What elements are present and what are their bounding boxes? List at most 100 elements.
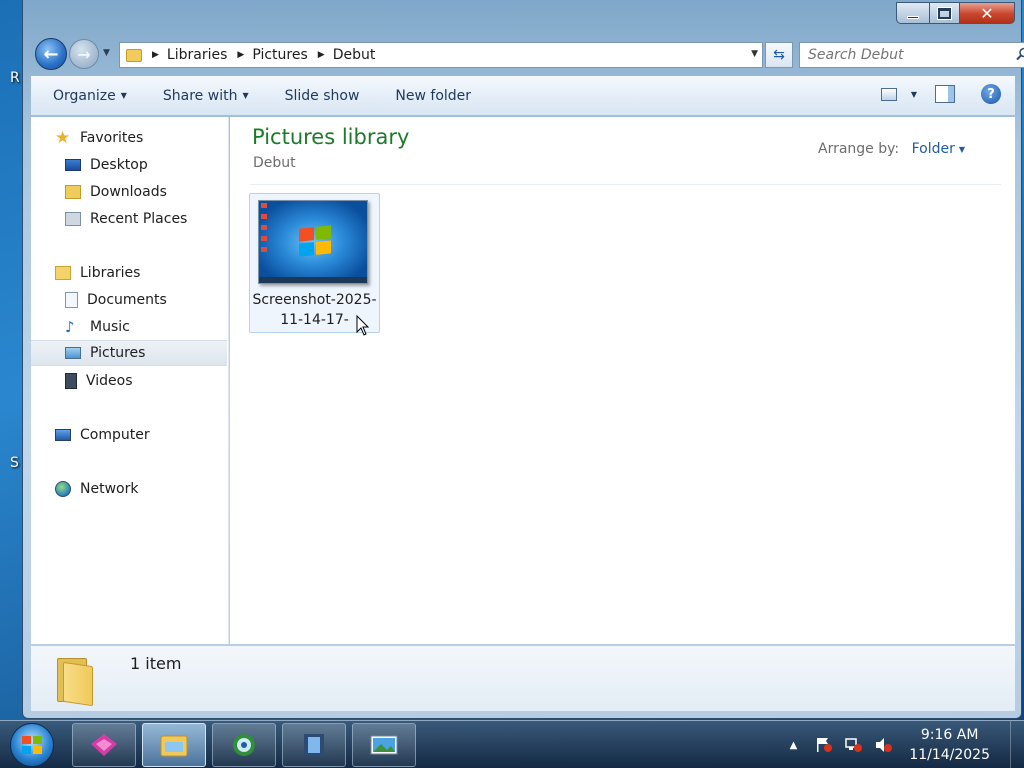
clock[interactable]: 9:16 AM 11/14/2025 (909, 725, 990, 765)
arrange-by: Arrange by: Folder ▼ (818, 141, 965, 157)
desktop-background: R S (0, 0, 24, 720)
taskbar-media-center[interactable] (212, 723, 276, 767)
nav-videos[interactable]: Videos (31, 368, 227, 394)
forward-button[interactable]: → (69, 39, 99, 69)
maximize-icon (937, 6, 952, 20)
clock-date: 11/14/2025 (909, 747, 990, 763)
nav-documents[interactable]: Documents (31, 287, 227, 313)
nav-network-label: Network (80, 481, 139, 497)
nav-desktop-label: Desktop (90, 157, 148, 173)
thumbnail-desktop-icons (261, 203, 269, 258)
explorer-icon (160, 735, 188, 757)
nav-computer[interactable]: Computer (31, 422, 227, 448)
minimize-icon (907, 15, 919, 19)
volume-muted-icon[interactable] (875, 737, 893, 753)
navigation-bar: ← → ▼ ▶ Libraries ▶ Pictures ▶ Debut ▼ ⇆ (33, 38, 1024, 72)
search-box[interactable] (799, 42, 1024, 68)
nav-libraries-label: Libraries (80, 265, 141, 281)
start-button[interactable] (10, 723, 54, 767)
header-divider (250, 184, 1001, 185)
nav-computer-label: Computer (80, 427, 150, 443)
breadcrumb-separator-icon[interactable]: ▶ (318, 50, 325, 60)
desktop-icon-label-fragment: R (10, 70, 20, 86)
media-center-icon (233, 734, 255, 756)
new-folder-button[interactable]: New folder (395, 84, 471, 108)
libraries-icon (55, 266, 71, 280)
address-history-dropdown[interactable]: ▼ (751, 49, 758, 59)
network-status-icon[interactable] (845, 737, 863, 753)
recent-pages-dropdown[interactable]: ▼ (103, 48, 110, 58)
windows-logo-icon (299, 225, 331, 257)
breadcrumb-pictures[interactable]: Pictures (252, 47, 307, 63)
downloads-folder-icon (65, 185, 81, 199)
nav-libraries[interactable]: Libraries (31, 260, 227, 286)
nav-videos-label: Videos (86, 373, 133, 389)
nav-pictures[interactable]: Pictures (31, 340, 227, 366)
taskbar-windows-explorer[interactable] (142, 723, 206, 767)
share-with-label: Share with (162, 87, 238, 104)
minimize-button[interactable] (896, 2, 929, 24)
search-input[interactable] (808, 47, 1008, 63)
mouse-cursor-icon (356, 315, 370, 336)
nav-recent-places-label: Recent Places (90, 211, 188, 227)
taskbar-app-pink[interactable] (72, 723, 136, 767)
file-item[interactable]: Screenshot-2025- 11-14-17- (249, 193, 380, 333)
view-options-dropdown[interactable]: ▼ (911, 90, 917, 99)
videos-icon (65, 373, 77, 389)
breadcrumb-separator-icon[interactable]: ▶ (152, 50, 159, 60)
item-count: 1 item (130, 654, 182, 673)
close-icon: ✕ (980, 3, 994, 23)
pictures-icon (65, 347, 81, 359)
close-button[interactable]: ✕ (959, 2, 1015, 24)
slide-show-button[interactable]: Slide show (285, 84, 360, 108)
change-view-icon[interactable] (880, 87, 897, 101)
network-icon (55, 481, 71, 497)
organize-menu[interactable]: Organize ▼ (53, 84, 127, 108)
video-editor-icon (304, 734, 324, 756)
nav-desktop[interactable]: Desktop (31, 152, 227, 178)
nav-network[interactable]: Network (31, 476, 227, 502)
refresh-button[interactable]: ⇆ (765, 42, 793, 68)
back-button[interactable]: ← (35, 38, 67, 70)
forward-arrow-icon: → (77, 44, 91, 64)
action-center-flag-icon[interactable] (815, 737, 833, 753)
breadcrumb-separator-icon[interactable]: ▶ (237, 50, 244, 60)
nav-documents-label: Documents (87, 292, 167, 308)
breadcrumb-debut[interactable]: Debut (333, 47, 376, 63)
app-pink-icon (91, 734, 117, 756)
navigation-pane: ★ Favorites Desktop Downloads Recent Pla… (31, 117, 229, 644)
thumbnail-taskbar (259, 277, 367, 283)
show-desktop-button[interactable] (1010, 721, 1024, 768)
show-hidden-icons-button[interactable]: ▲ (790, 740, 798, 751)
content-pane: Pictures library Debut Arrange by: Folde… (230, 117, 1015, 644)
chevron-down-icon: ▼ (120, 91, 127, 100)
folder-icon (126, 48, 142, 62)
nav-music[interactable]: ♪ Music (31, 314, 227, 340)
address-bar[interactable]: ▶ Libraries ▶ Pictures ▶ Debut ▼ (119, 42, 763, 68)
nav-favorites[interactable]: ★ Favorites (31, 125, 227, 151)
library-title: Pictures library (252, 125, 410, 149)
nav-recent-places[interactable]: Recent Places (31, 206, 227, 232)
preview-pane-icon[interactable] (935, 85, 955, 103)
back-arrow-icon: ← (43, 43, 59, 65)
clock-time: 9:16 AM (920, 727, 979, 743)
arrange-by-dropdown[interactable]: Folder ▼ (912, 141, 965, 157)
desktop-icon-label-fragment: S (10, 455, 19, 471)
chevron-down-icon: ▼ (242, 91, 249, 100)
refresh-icon: ⇆ (773, 47, 785, 63)
arrange-by-value: Folder (911, 141, 955, 157)
system-tray: ▲ 9:16 AM 11/14/2025 (790, 721, 1024, 768)
search-icon[interactable] (1016, 47, 1024, 61)
share-with-menu[interactable]: Share with ▼ (163, 84, 249, 108)
help-icon[interactable]: ? (981, 84, 1001, 104)
image-thumbnail (258, 200, 368, 284)
maximize-button[interactable] (929, 2, 959, 24)
chevron-down-icon: ▼ (958, 144, 965, 154)
desktop-icon (65, 159, 81, 171)
breadcrumb-libraries[interactable]: Libraries (167, 47, 227, 63)
nav-downloads[interactable]: Downloads (31, 179, 227, 205)
taskbar-video-editor[interactable] (282, 723, 346, 767)
taskbar-photo-gallery[interactable] (352, 723, 416, 767)
recent-places-icon (65, 212, 81, 226)
documents-icon (65, 292, 78, 308)
